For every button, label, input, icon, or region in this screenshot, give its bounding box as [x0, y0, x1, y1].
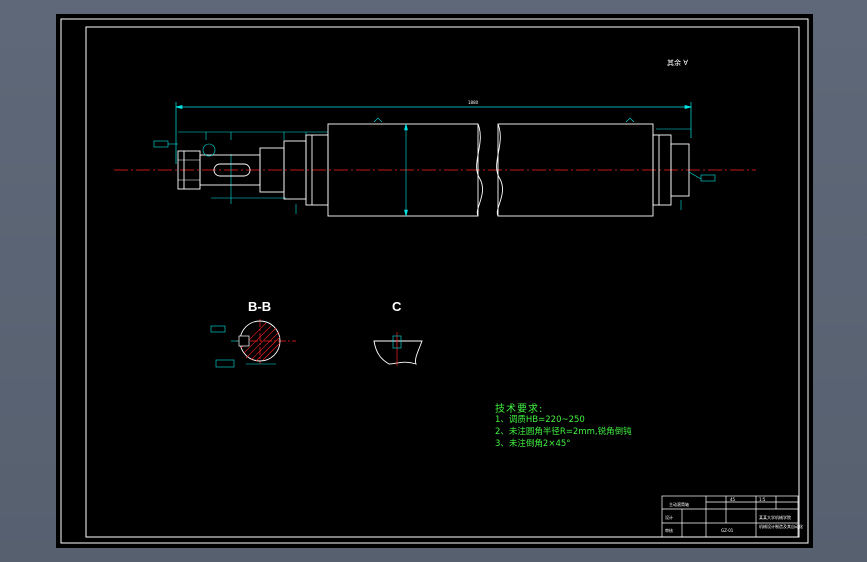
- overall-length-label: 1880: [468, 100, 479, 105]
- tech-requirement-2: 2、未注圆角半径R=2mm,锐角倒钝: [495, 427, 632, 437]
- outer-frame: [60, 18, 809, 544]
- title-block-material: 45: [730, 497, 736, 502]
- tech-requirement-1: 1、调质HB=220~250: [495, 415, 585, 425]
- title-block-part-name: 主动滚筒轴: [669, 501, 689, 507]
- title-block-school: 某某大学机械学院: [759, 514, 791, 520]
- corner-roughness-mark: 其余 ∀: [667, 59, 689, 67]
- inner-frame: [85, 26, 800, 538]
- cad-viewport[interactable]: 1880 B-B C 主动滚筒轴 45 1:5 设计 审核 GZ-01 某某大学…: [0, 0, 867, 562]
- tech-requirement-3: 3、未注倒角2×45°: [495, 439, 571, 449]
- title-block-scale: 1:5: [759, 497, 766, 502]
- title-block-designer: 设计: [665, 514, 673, 520]
- drawing-sheet: 1880 B-B C 主动滚筒轴 45 1:5 设计 审核 GZ-01 某某大学…: [56, 14, 813, 548]
- detail-c-title: C: [392, 299, 402, 314]
- title-block-school-line2: 机械设计制造及其自动化: [759, 523, 803, 529]
- section-bb: [210, 319, 296, 368]
- drawing-canvas: 1880 B-B C 主动滚筒轴 45 1:5 设计 审核 GZ-01 某某大学…: [60, 18, 809, 544]
- step-dimensions: [178, 128, 691, 204]
- annotation-leaders: [153, 117, 716, 214]
- section-bb-title: B-B: [248, 299, 271, 314]
- title-block-checker: 审核: [665, 527, 673, 533]
- detail-c: [373, 332, 423, 366]
- title-block-drawing-no: GZ-01: [721, 528, 734, 533]
